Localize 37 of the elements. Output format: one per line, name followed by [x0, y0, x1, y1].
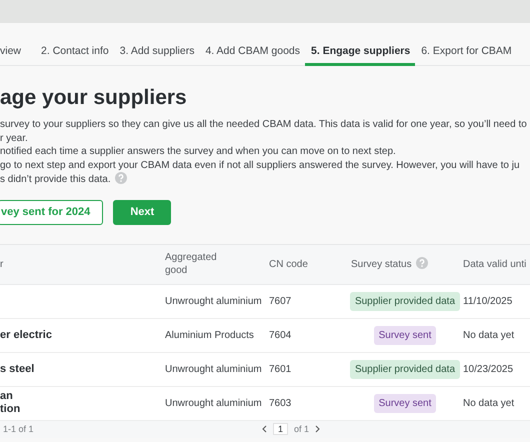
chevron-left-icon[interactable]: [262, 425, 267, 434]
status-badge: Supplier provided data: [350, 292, 460, 311]
step-tab[interactable]: 6. Export for CBAM: [415, 45, 517, 66]
status-badge: Supplier provided data: [350, 360, 460, 379]
column-header: r: [0, 258, 4, 270]
page-title: age your suppliers: [0, 86, 188, 110]
results-count: 1-1 of 1: [2, 424, 34, 434]
table-cell-text: Unwrought aluminium: [164, 398, 263, 409]
chevron-right-icon[interactable]: [315, 425, 320, 434]
step-tab[interactable]: 4. Add CBAM goods: [199, 45, 306, 66]
step-tab[interactable]: 3. Add suppliers: [114, 45, 200, 66]
table-cell-text: 10/23/2025: [462, 364, 514, 375]
step-tab[interactable]: view: [0, 45, 36, 66]
status-badge: Survey sent: [374, 394, 436, 413]
description-text: survey to your suppliers so they can give us all the needed CBAM data. This data is valid for one year, so you’ll need to r year. notified each time a supplier answers the survey and when you can move on to next step. go to next step and export your CBAM data even if not all suppliers answered the survey. However, you will have to ju s didn’t provide this data.: [0, 118, 528, 187]
column-header: Survey status: [351, 259, 412, 270]
page-number-field[interactable]: 1: [273, 423, 288, 436]
table-cell-text: 11/10/2025: [462, 296, 514, 307]
column-header: Aggregated good: [165, 251, 218, 278]
supplier-name: s steel: [0, 362, 36, 376]
supplier-name: er electric: [0, 328, 53, 342]
step-tab[interactable]: 5. Engage suppliers: [305, 45, 416, 66]
table-cell-text: No data yet: [462, 330, 516, 341]
table-cell-text: No data yet: [462, 398, 516, 409]
column-header: Data valid unti: [463, 258, 526, 270]
table-cell-text: 7607: [268, 296, 292, 307]
column-header: CN code: [269, 258, 308, 270]
table-cell-text: Unwrought aluminium: [164, 296, 263, 307]
table-cell-text: 7604: [268, 330, 292, 341]
table-cell-text: 7601: [268, 364, 292, 375]
table-cell-text: Aluminium Products: [164, 330, 255, 341]
status-badge: Survey sent: [374, 326, 436, 345]
supplier-name: an tion: [0, 390, 22, 416]
table-cell-text: 7603: [268, 398, 292, 409]
page-total: of 1: [294, 424, 310, 434]
step-tab[interactable]: 2. Contact info: [35, 45, 114, 66]
table-cell-text: Unwrought aluminium: [164, 364, 263, 375]
